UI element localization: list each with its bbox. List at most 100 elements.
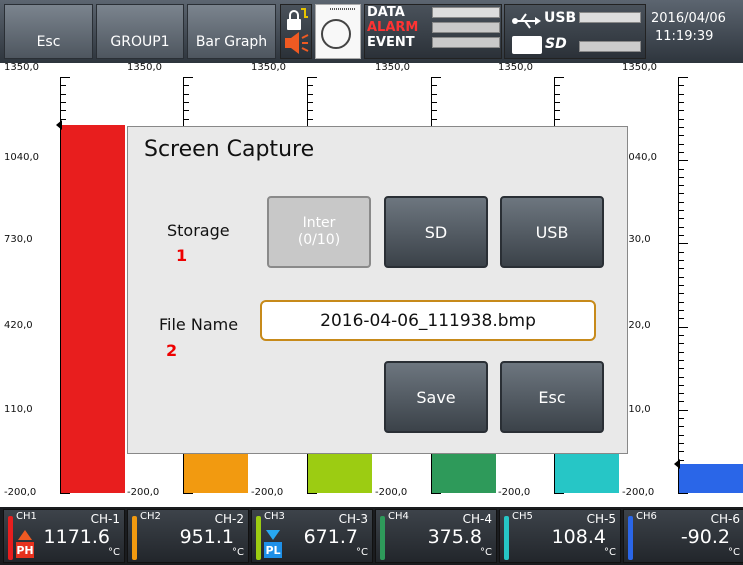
date-text: 2016/04/06 — [651, 11, 726, 26]
scale-tick — [678, 309, 684, 311]
channel-card[interactable]: CH1 CH-1 1171.6 °C PH — [3, 509, 125, 563]
scale-tick — [554, 77, 564, 78]
scale-tick — [678, 85, 684, 87]
channel-color-strip — [380, 516, 385, 560]
channel-unit: °C — [356, 547, 368, 558]
scale-tick — [431, 493, 441, 494]
channel-bar-6 — [679, 463, 743, 493]
channel-unit: °C — [728, 547, 740, 558]
channel-card[interactable]: CH3 CH-3 671.7 °C PL — [251, 509, 373, 563]
scale-tick — [183, 101, 189, 103]
channel-color-strip — [8, 516, 13, 560]
view-mode-button[interactable]: Bar Graph — [187, 4, 276, 59]
storage-label: Storage — [167, 221, 230, 240]
scale-tick — [678, 343, 684, 345]
sd-meter — [579, 41, 641, 52]
scale-tick — [678, 151, 684, 153]
channel-tag: CH4 — [388, 511, 409, 522]
top-bar: Esc GROUP1 Bar Graph DATA ALARM EVENT US… — [0, 0, 743, 63]
scale-tick — [678, 226, 684, 228]
event-meter — [432, 37, 500, 48]
scale-label: 1040,0 — [4, 152, 39, 163]
scale-tick — [431, 110, 437, 112]
esc-button-label: Esc — [36, 34, 61, 50]
file-name-step-number: 2 — [166, 341, 178, 360]
save-button[interactable]: Save — [384, 361, 488, 433]
scale-tick — [431, 101, 437, 103]
scale-tick — [678, 326, 688, 328]
record-ring-icon — [321, 8, 356, 49]
scale-tick — [60, 101, 66, 103]
sd-card-icon — [512, 36, 542, 54]
scale-tick — [678, 268, 684, 270]
scale-tick — [431, 85, 437, 87]
scale-label: -200,0 — [498, 487, 531, 498]
channel-card[interactable]: CH6 CH-6 -90.2 °C — [623, 509, 743, 563]
channel-bar-1 — [61, 124, 125, 493]
scale-tick — [678, 126, 684, 128]
channel-card[interactable]: CH4 CH-4 375.8 °C — [375, 509, 497, 563]
scale-tick — [678, 135, 684, 137]
channel-tag: CH1 — [16, 511, 37, 522]
scale-label: 1350,0 — [622, 62, 657, 73]
scale-tick — [307, 110, 313, 112]
scale-label: -200,0 — [375, 487, 408, 498]
scale-tick — [678, 285, 684, 286]
scale-tick — [678, 118, 684, 120]
storage-status-panel: USB SD — [504, 4, 646, 59]
event-label: EVENT — [367, 35, 415, 50]
scale-tick — [678, 218, 684, 220]
scale-tick — [678, 93, 684, 95]
sd-button-label: SD — [424, 222, 448, 242]
file-name-field[interactable]: 2016-04-06_111938.bmp — [260, 300, 596, 341]
channel-unit: °C — [108, 547, 120, 558]
scale-tick — [678, 376, 684, 378]
scale-label: 1350,0 — [498, 62, 533, 73]
channel-badge: PL — [264, 542, 282, 558]
scale-label: 1350,0 — [375, 62, 410, 73]
scale-tick — [307, 93, 313, 95]
channel-unit: °C — [604, 547, 616, 558]
data-label: DATA — [367, 5, 405, 20]
esc-button[interactable]: Esc — [4, 4, 93, 59]
channel-value: 671.7 — [303, 526, 358, 548]
scale-tick — [307, 493, 317, 494]
channel-card[interactable]: CH5 CH-5 108.4 °C — [499, 509, 621, 563]
group-button[interactable]: GROUP1 — [96, 4, 184, 59]
channel-badge: PH — [16, 542, 34, 558]
channel-name: CH-1 — [90, 512, 120, 526]
storage-internal-button[interactable]: Inter (0/10) — [267, 196, 371, 268]
scale-tick — [183, 85, 189, 87]
channel-name: CH-4 — [462, 512, 492, 526]
scale-tick — [678, 351, 684, 353]
channel-name: CH-6 — [710, 512, 740, 526]
scale-tick — [60, 85, 66, 87]
usb-button-label: USB — [535, 222, 569, 242]
lock-icon — [285, 8, 309, 54]
scale-label: -200,0 — [251, 487, 284, 498]
sd-label: SD — [545, 36, 567, 52]
usb-meter — [579, 12, 641, 23]
storage-sd-button[interactable]: SD — [384, 196, 488, 268]
scale-tick — [678, 176, 684, 178]
channel-value: 1171.6 — [43, 526, 110, 548]
file-name-label: File Name — [159, 315, 239, 334]
dialog-esc-button[interactable]: Esc — [500, 361, 604, 433]
scale-label: 110,0 — [4, 404, 33, 415]
channel-card[interactable]: CH2 CH-2 951.1 °C — [127, 509, 249, 563]
scale-tick — [678, 493, 688, 494]
arrow-up-icon — [18, 530, 32, 540]
scale-tick — [554, 110, 560, 112]
scale-tick — [307, 85, 313, 87]
scale-tick — [678, 409, 688, 411]
scale-tick — [678, 301, 684, 303]
storage-usb-button[interactable]: USB — [500, 196, 604, 268]
data-meter — [432, 7, 500, 18]
scale-tick — [678, 160, 688, 162]
scale-tick — [554, 85, 560, 87]
channel-value: 375.8 — [427, 526, 482, 548]
channel-tag: CH5 — [512, 511, 533, 522]
scale-label: -200,0 — [622, 487, 655, 498]
channel-color-strip — [628, 516, 633, 560]
internal-count: (0/10) — [297, 232, 341, 248]
